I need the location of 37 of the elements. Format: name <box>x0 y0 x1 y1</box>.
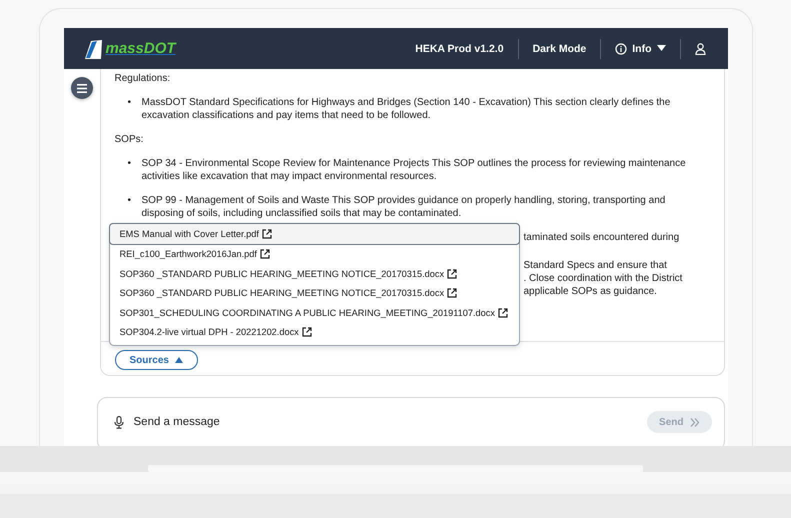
header-button[interactable]: HEKA Prod v1.2.0 <box>401 38 518 58</box>
bullet-item: SOP 34 - Environmental Scope Review for Maintenance Projects This SOP outlines the process for reviewing maintenance activities like excavation that may impact environmental resources. <box>142 157 687 183</box>
menu-icon <box>76 84 86 92</box>
caret-up-icon <box>174 357 183 363</box>
info-icon <box>615 42 628 54</box>
source-file-link[interactable]: EMS Manual with Cover Letter.pdf <box>108 223 520 244</box>
logo-text: massDOT <box>106 40 176 57</box>
partly-hidden-text: Standard Specs and ensure that <box>524 259 668 272</box>
menu-button[interactable] <box>70 77 92 99</box>
source-file-link[interactable]: REI_c100_Earthwork2016Jan.pdf <box>110 244 518 264</box>
source-file-link[interactable]: SOP360 _STANDARD PUBLIC HEARING_MEETING NOTICE_20170315.docx <box>110 264 518 284</box>
info-menu-button[interactable]: Info <box>601 38 680 58</box>
external-link-icon <box>260 249 270 260</box>
partly-hidden-text: applicable SOPs as guidance. <box>524 285 658 298</box>
external-link-icon <box>447 288 458 298</box>
partly-hidden-text: taminated soils encountered during <box>524 231 680 244</box>
microphone-icon[interactable] <box>114 416 124 428</box>
section-heading: Regulations: <box>114 72 172 85</box>
bullet-marker: • <box>128 194 132 208</box>
double-chevron-icon <box>690 418 700 426</box>
partly-hidden-text: . Close coordination with the District <box>524 272 684 285</box>
external-link-icon <box>447 268 458 279</box>
bullet-item: MassDOT Standard Specifications for Highways and Bridges (Section 140 - Excavation) This section clearly defines the excavation classifications and pay items that need to be followed. <box>142 96 672 122</box>
external-link-icon <box>302 327 312 338</box>
header-button[interactable]: Dark Mode <box>518 38 600 58</box>
bullet-item: SOP 99 - Management of Soils and Waste This SOP provides guidance on properly handling, storing, transporting and disposing of soils, including unclassified soils that may be contaminated. <box>142 194 666 220</box>
external-link-icon <box>262 228 272 239</box>
sources-button[interactable]: Sources <box>114 350 198 370</box>
caret-down-icon <box>656 45 666 52</box>
bullet-marker: • <box>128 96 132 110</box>
bullet-marker: • <box>128 157 132 171</box>
external-link-icon <box>498 308 508 318</box>
source-file-link[interactable]: SOP301_SCHEDULING COORDINATING A PUBLIC HEARING_MEETING_20191107.docx <box>110 303 518 322</box>
source-file-link[interactable]: SOP360 _STANDARD PUBLIC HEARING_MEETING NOTICE_20170315.docx <box>110 284 518 303</box>
source-file-link[interactable]: SOP304.2-live virtual DPH - 20221202.docx <box>110 322 518 342</box>
section-heading: SOPs: <box>114 133 144 146</box>
user-icon <box>694 42 706 54</box>
